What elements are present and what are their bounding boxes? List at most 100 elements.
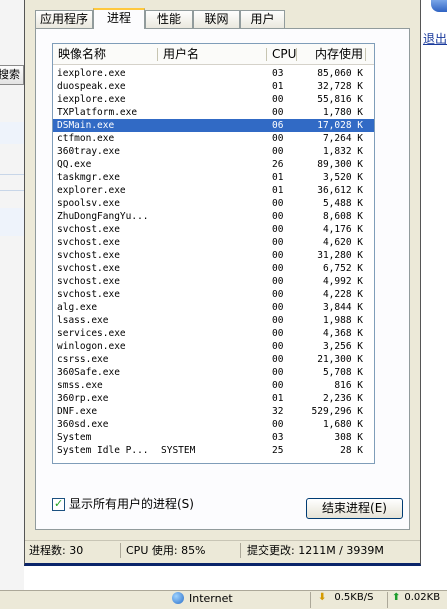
process-row[interactable]: iexplore.exe 00 55,816 K bbox=[53, 93, 374, 106]
download-arrow-icon: ⬇ bbox=[318, 592, 327, 603]
process-row[interactable]: lsass.exe 00 1,988 K bbox=[53, 314, 374, 327]
process-name: 360tray.exe bbox=[57, 146, 120, 157]
process-cpu: 03 bbox=[272, 432, 284, 443]
process-row[interactable]: TXPlatform.exe 00 1,780 K bbox=[53, 106, 374, 119]
process-row[interactable]: smss.exe 00 816 K bbox=[53, 379, 374, 392]
process-row[interactable]: 360Safe.exe 00 5,708 K bbox=[53, 366, 374, 379]
process-memory: 1,680 K bbox=[322, 419, 363, 430]
browser-icon bbox=[431, 0, 447, 12]
process-cpu: 00 bbox=[272, 419, 284, 430]
end-process-button[interactable]: 结束进程(E) bbox=[306, 498, 403, 519]
process-row[interactable]: svchost.exe 00 31,280 K bbox=[53, 249, 374, 262]
column-cpu[interactable]: CPU bbox=[272, 44, 296, 64]
status-divider bbox=[120, 543, 121, 558]
process-row[interactable]: QQ.exe 26 89,300 K bbox=[53, 158, 374, 171]
background-page-right bbox=[425, 0, 447, 590]
process-row[interactable]: csrss.exe 00 21,300 K bbox=[53, 353, 374, 366]
column-divider[interactable] bbox=[266, 48, 267, 61]
process-memory: 55,816 K bbox=[317, 94, 363, 105]
tab-processes[interactable]: 进程 bbox=[93, 8, 145, 29]
process-list[interactable]: 映像名称 用户名 CPU 内存使用 iexplore.exe 03 85,060 K… bbox=[52, 43, 375, 464]
process-memory: 5,488 K bbox=[322, 198, 363, 209]
process-cpu: 26 bbox=[272, 159, 284, 170]
process-name: svchost.exe bbox=[57, 276, 120, 287]
process-row[interactable]: 360sd.exe 00 1,680 K bbox=[53, 418, 374, 431]
process-name: svchost.exe bbox=[57, 289, 120, 300]
process-row[interactable]: services.exe 00 4,368 K bbox=[53, 327, 374, 340]
process-row[interactable]: svchost.exe 00 4,228 K bbox=[53, 288, 374, 301]
process-cpu: 00 bbox=[272, 328, 284, 339]
process-rows: iexplore.exe 03 85,060 K duospeak.exe 01 32,7… bbox=[53, 67, 374, 457]
process-row[interactable]: svchost.exe 00 4,992 K bbox=[53, 275, 374, 288]
process-cpu: 00 bbox=[272, 250, 284, 261]
process-row[interactable]: ctfmon.exe 00 7,264 K bbox=[53, 132, 374, 145]
process-cpu: 00 bbox=[272, 367, 284, 378]
process-cpu: 00 bbox=[272, 263, 284, 274]
process-row[interactable]: svchost.exe 00 4,620 K bbox=[53, 236, 374, 249]
process-row[interactable]: 360tray.exe 00 1,832 K bbox=[53, 145, 374, 158]
column-image-name[interactable]: 映像名称 bbox=[58, 44, 106, 64]
process-cpu: 00 bbox=[272, 315, 284, 326]
background-divider bbox=[0, 190, 24, 191]
process-cpu: 03 bbox=[272, 68, 284, 79]
process-memory: 85,060 K bbox=[317, 68, 363, 79]
column-divider[interactable] bbox=[365, 48, 366, 61]
process-name: smss.exe bbox=[57, 380, 103, 391]
process-row[interactable]: iexplore.exe 03 85,060 K bbox=[53, 67, 374, 80]
status-process-count: 进程数: 30 bbox=[29, 544, 84, 557]
process-row[interactable]: DNF.exe 32 529,296 K bbox=[53, 405, 374, 418]
tab-applications[interactable]: 应用程序 bbox=[35, 10, 93, 28]
process-row[interactable]: System Idle P... SYSTEM 25 28 K bbox=[53, 444, 374, 457]
download-rate-value: 0.5KB/S bbox=[334, 592, 374, 603]
process-memory: 1,832 K bbox=[322, 146, 363, 157]
process-row[interactable]: 360rp.exe 01 2,236 K bbox=[53, 392, 374, 405]
column-divider[interactable] bbox=[296, 48, 297, 61]
process-memory: 8,608 K bbox=[322, 211, 363, 222]
process-name: DNF.exe bbox=[57, 406, 98, 417]
process-name: ZhuDongFangYu... bbox=[57, 211, 149, 222]
process-row[interactable]: svchost.exe 00 4,176 K bbox=[53, 223, 374, 236]
taskbar-divider bbox=[310, 592, 311, 608]
process-row[interactable]: ZhuDongFangYu... 00 8,608 K bbox=[53, 210, 374, 223]
process-memory: 529,296 K bbox=[311, 406, 363, 417]
process-row[interactable]: duospeak.exe 01 32,728 K bbox=[53, 80, 374, 93]
process-memory: 3,256 K bbox=[322, 341, 363, 352]
tab-networking[interactable]: 联网 bbox=[193, 10, 240, 28]
show-all-users-label[interactable]: 显示所有用户的进程(S) bbox=[69, 498, 194, 511]
process-name: 360sd.exe bbox=[57, 419, 109, 430]
process-name: spoolsv.exe bbox=[57, 198, 120, 209]
column-user-name[interactable]: 用户名 bbox=[163, 44, 199, 64]
process-row[interactable]: alg.exe 00 3,844 K bbox=[53, 301, 374, 314]
tab-users[interactable]: 用户 bbox=[240, 10, 285, 28]
process-memory: 4,620 K bbox=[322, 237, 363, 248]
internet-zone-label: Internet bbox=[189, 592, 233, 605]
process-row[interactable]: svchost.exe 00 6,752 K bbox=[53, 262, 374, 275]
process-cpu: 01 bbox=[272, 81, 284, 92]
process-memory: 308 K bbox=[334, 432, 363, 443]
process-row[interactable]: System 03 308 K bbox=[53, 431, 374, 444]
process-row[interactable]: winlogon.exe 00 3,256 K bbox=[53, 340, 374, 353]
process-cpu: 01 bbox=[272, 185, 284, 196]
internet-zone: Internet bbox=[172, 592, 233, 605]
process-memory: 4,992 K bbox=[322, 276, 363, 287]
processes-panel: 映像名称 用户名 CPU 内存使用 iexplore.exe 03 85,060 K… bbox=[35, 28, 410, 530]
process-name: csrss.exe bbox=[57, 354, 109, 365]
task-manager-window: 应用程序 进程 性能 联网 用户 映像名称 用户名 CPU 内存使用 iexpl… bbox=[24, 0, 421, 566]
process-cpu: 06 bbox=[272, 120, 284, 131]
process-memory: 2,236 K bbox=[322, 393, 363, 404]
process-memory: 32,728 K bbox=[317, 81, 363, 92]
status-bar: 进程数: 30 CPU 使用: 85% 提交更改: 1211M / 3939M bbox=[25, 540, 420, 561]
process-cpu: 00 bbox=[272, 211, 284, 222]
show-all-users-checkbox[interactable]: ✓ bbox=[52, 497, 65, 511]
process-row[interactable]: DSMain.exe 06 17,028 K bbox=[53, 119, 374, 132]
download-rate: ⬇ 0.5KB/S bbox=[318, 592, 373, 603]
process-row[interactable]: spoolsv.exe 00 5,488 K bbox=[53, 197, 374, 210]
globe-icon bbox=[172, 592, 184, 604]
tab-performance[interactable]: 性能 bbox=[145, 10, 193, 28]
column-divider[interactable] bbox=[157, 48, 158, 61]
process-row[interactable]: taskmgr.exe 01 3,520 K bbox=[53, 171, 374, 184]
process-cpu: 00 bbox=[272, 133, 284, 144]
process-memory: 31,280 K bbox=[317, 250, 363, 261]
column-memory[interactable]: 内存使用 bbox=[315, 44, 363, 64]
process-row[interactable]: explorer.exe 01 36,612 K bbox=[53, 184, 374, 197]
